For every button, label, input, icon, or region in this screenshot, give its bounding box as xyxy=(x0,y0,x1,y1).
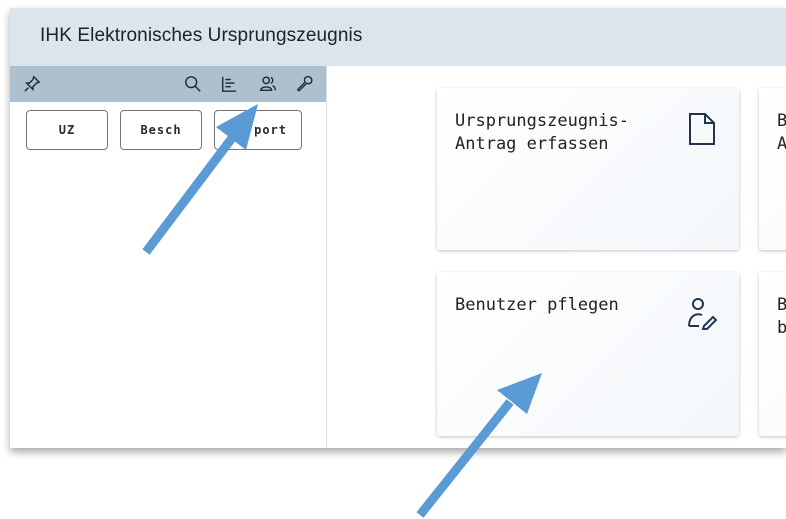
tile-title: Benutzer pflegen xyxy=(455,295,619,315)
uz-button[interactable]: UZ xyxy=(26,110,108,150)
sidebar-toolbar xyxy=(10,66,326,102)
hierarchy-icon[interactable] xyxy=(219,74,239,94)
sidebar: UZ Besch port xyxy=(10,66,327,448)
users-icon[interactable] xyxy=(258,74,278,94)
app-window: IHK Elektronisches Ursprungszeugnis UZ B xyxy=(10,8,786,448)
user-edit-icon xyxy=(687,296,718,330)
main-content: Ursprungszeugnis- Antrag erfassen B A Be… xyxy=(327,66,786,448)
tile-title: B b xyxy=(777,295,786,338)
tile-title: B A xyxy=(777,111,786,154)
tile-partial-1[interactable]: B A xyxy=(759,88,786,250)
tile-title: Ursprungszeugnis- Antrag erfassen xyxy=(455,111,629,154)
besch-button[interactable]: Besch xyxy=(120,110,202,150)
export-button[interactable]: port xyxy=(214,110,302,150)
export-button-label: port xyxy=(254,123,287,137)
tile-partial-2[interactable]: B b xyxy=(759,272,786,436)
pin-icon[interactable] xyxy=(22,74,42,94)
title-bar: IHK Elektronisches Ursprungszeugnis xyxy=(10,8,786,66)
app-title: IHK Elektronisches Ursprungszeugnis xyxy=(40,25,363,46)
tile-benutzer-pflegen[interactable]: Benutzer pflegen xyxy=(437,272,739,436)
document-icon xyxy=(687,112,717,146)
tile-ursprungszeugnis-antrag[interactable]: Ursprungszeugnis- Antrag erfassen xyxy=(437,88,739,250)
uz-button-label: UZ xyxy=(58,123,76,137)
search-icon[interactable] xyxy=(183,74,203,94)
besch-button-label: Besch xyxy=(140,123,182,137)
wrench-icon[interactable] xyxy=(295,74,315,94)
